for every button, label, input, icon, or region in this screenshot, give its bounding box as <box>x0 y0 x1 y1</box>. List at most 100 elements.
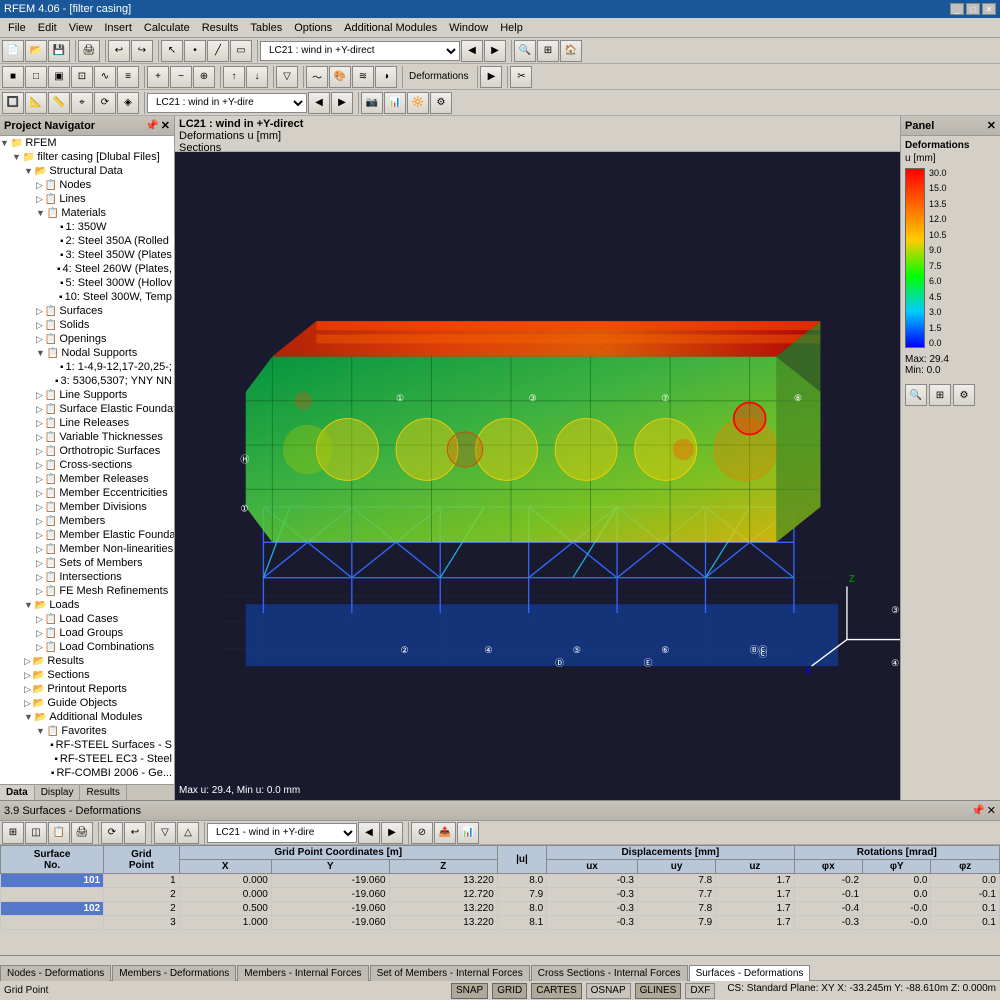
new-btn[interactable]: 📄 <box>2 40 24 62</box>
res-tb-btn3[interactable]: 📋 <box>48 822 70 844</box>
view1[interactable]: 🔍 <box>514 40 536 62</box>
table-row[interactable]: 31.000-19.06013.2208.1-0.37.91.7-0.3-0.0… <box>1 916 1000 930</box>
deform-btn[interactable]: 〜 <box>306 66 328 88</box>
tb2-btn10[interactable]: ↑ <box>223 66 245 88</box>
bottom-tab-2[interactable]: Members - Internal Forces <box>237 965 368 981</box>
res-tb-btn8[interactable]: △ <box>177 822 199 844</box>
tree-item-42[interactable]: ▼📋Favorites <box>0 724 174 738</box>
open-btn[interactable]: 📂 <box>25 40 47 62</box>
tree-item-22[interactable]: ▷📋Orthotropic Surfaces <box>0 444 174 458</box>
lc-dropdown[interactable]: LC21 : wind in +Y-directLC21 : wind in +… <box>260 41 460 61</box>
close-btn[interactable]: ✕ <box>982 3 996 15</box>
undo-btn[interactable]: ↩ <box>108 40 130 62</box>
res-tb-btn7[interactable]: ▽ <box>154 822 176 844</box>
save-btn[interactable]: 💾 <box>48 40 70 62</box>
tb2-btn8[interactable]: − <box>170 66 192 88</box>
tree-item-6[interactable]: ▪1: 350W <box>0 220 174 234</box>
tb3-btn10[interactable]: ⚙ <box>430 92 452 114</box>
tree-item-28[interactable]: ▷📋Member Elastic Foundat <box>0 528 174 542</box>
section-btn[interactable]: ✂ <box>510 66 532 88</box>
lc-next[interactable]: ▶ <box>484 40 506 62</box>
res-lc-next[interactable]: ▶ <box>381 822 403 844</box>
surface-btn[interactable]: ▭ <box>230 40 252 62</box>
results-dropdown[interactable]: LC21 : wind in +Y-direLC21 : wind in +Y-… <box>147 93 307 113</box>
menu-options[interactable]: Options <box>288 20 338 36</box>
tree-item-13[interactable]: ▷📋Solids <box>0 318 174 332</box>
tree-item-14[interactable]: ▷📋Openings <box>0 332 174 346</box>
results-close[interactable]: ✕ <box>987 804 996 817</box>
select-btn[interactable]: ↖ <box>161 40 183 62</box>
tree-item-8[interactable]: ▪3: Steel 350W (Plates <box>0 248 174 262</box>
isolines-btn[interactable]: ≋ <box>352 66 374 88</box>
tree-item-23[interactable]: ▷📋Cross-sections <box>0 458 174 472</box>
menu-view[interactable]: View <box>63 20 99 36</box>
bottom-tab-0[interactable]: Nodes - Deformations <box>0 965 111 981</box>
tb3-btn6[interactable]: ◈ <box>117 92 139 114</box>
tree-item-21[interactable]: ▷📋Variable Thicknesses <box>0 430 174 444</box>
menu-calculate[interactable]: Calculate <box>138 20 196 36</box>
tree-item-33[interactable]: ▼📂Loads <box>0 598 174 612</box>
panel-close[interactable]: ✕ <box>987 119 996 132</box>
res-next[interactable]: ▶ <box>331 92 353 114</box>
tree-item-29[interactable]: ▷📋Member Non-linearities <box>0 542 174 556</box>
bottom-tab-3[interactable]: Set of Members - Internal Forces <box>370 965 530 981</box>
results-lc-dropdown[interactable]: LC21 - wind in +Y-direLC21 - wind in +Y-… <box>207 823 357 843</box>
view2[interactable]: ⊞ <box>537 40 559 62</box>
print-btn[interactable]: 🖨 <box>78 40 100 62</box>
tb3-btn5[interactable]: ⟳ <box>94 92 116 114</box>
tree-item-19[interactable]: ▷📋Surface Elastic Foundatio <box>0 402 174 416</box>
menu-additional-modules[interactable]: Additional Modules <box>338 20 443 36</box>
tb2-btn4[interactable]: ⊡ <box>71 66 93 88</box>
res-tb-filter[interactable]: ⊘ <box>411 822 433 844</box>
panel-icon-zoom[interactable]: 🔍 <box>905 384 927 406</box>
tb2-btn2[interactable]: □ <box>25 66 47 88</box>
res-tb-btn6[interactable]: ↩ <box>124 822 146 844</box>
bottom-tab-5[interactable]: Surfaces - Deformations <box>689 965 811 981</box>
maximize-btn[interactable]: □ <box>966 3 980 15</box>
window-controls[interactable]: _ □ ✕ <box>950 3 996 15</box>
nav-tab-display[interactable]: Display <box>35 785 81 800</box>
glines-btn[interactable]: GLINES <box>635 983 682 999</box>
tree-item-27[interactable]: ▷📋Members <box>0 514 174 528</box>
redo-btn[interactable]: ↪ <box>131 40 153 62</box>
tree-item-12[interactable]: ▷📋Surfaces <box>0 304 174 318</box>
tree-item-5[interactable]: ▼📋Materials <box>0 206 174 220</box>
tb3-btn3[interactable]: 📏 <box>48 92 70 114</box>
menu-window[interactable]: Window <box>443 20 494 36</box>
cartes-btn[interactable]: CARTES <box>531 983 581 999</box>
tree-item-3[interactable]: ▷📋Nodes <box>0 178 174 192</box>
tree-item-10[interactable]: ▪5: Steel 300W (Hollov <box>0 276 174 290</box>
table-row[interactable]: 20.000-19.06012.7207.9-0.37.71.7-0.10.0-… <box>1 888 1000 902</box>
tree-item-1[interactable]: ▼📁filter casing [Dlubal Files] <box>0 150 174 164</box>
tree-item-2[interactable]: ▼📂Structural Data <box>0 164 174 178</box>
tb3-btn4[interactable]: ⌖ <box>71 92 93 114</box>
tree-item-34[interactable]: ▷📋Load Cases <box>0 612 174 626</box>
tb3-btn9[interactable]: 🔆 <box>407 92 429 114</box>
res-tb-export[interactable]: 📤 <box>434 822 456 844</box>
tree-item-9[interactable]: ▪4: Steel 260W (Plates, <box>0 262 174 276</box>
view3[interactable]: 🏠 <box>560 40 582 62</box>
res-tb-chart[interactable]: 📊 <box>457 822 479 844</box>
tree-item-11[interactable]: ▪10: Steel 300W, Temp <box>0 290 174 304</box>
tb2-btn7[interactable]: + <box>147 66 169 88</box>
minimize-btn[interactable]: _ <box>950 3 964 15</box>
tree-item-35[interactable]: ▷📋Load Groups <box>0 626 174 640</box>
tree-item-18[interactable]: ▷📋Line Supports <box>0 388 174 402</box>
tree-item-15[interactable]: ▼📋Nodal Supports <box>0 346 174 360</box>
tree-item-26[interactable]: ▷📋Member Divisions <box>0 500 174 514</box>
animate-btn[interactable]: ▶ <box>480 66 502 88</box>
tree-item-17[interactable]: ▪3: 5306,5307; YNY NN <box>0 374 174 388</box>
tree-item-7[interactable]: ▪2: Steel 350A (Rolled <box>0 234 174 248</box>
tb2-btn9[interactable]: ⊕ <box>193 66 215 88</box>
tree-item-4[interactable]: ▷📋Lines <box>0 192 174 206</box>
results-pin[interactable]: 📌 <box>971 804 985 817</box>
table-row[interactable]: 10110.000-19.06013.2208.0-0.37.81.7-0.20… <box>1 874 1000 888</box>
filter-btn[interactable]: ▽ <box>276 66 298 88</box>
menu-help[interactable]: Help <box>494 20 529 36</box>
res-tb-btn4[interactable]: 🖨 <box>71 822 93 844</box>
tree-item-20[interactable]: ▷📋Line Releases <box>0 416 174 430</box>
tree-item-39[interactable]: ▷📂Printout Reports <box>0 682 174 696</box>
tree-item-0[interactable]: ▼📁RFEM <box>0 136 174 150</box>
lc-prev[interactable]: ◀ <box>461 40 483 62</box>
tree-item-38[interactable]: ▷📂Sections <box>0 668 174 682</box>
